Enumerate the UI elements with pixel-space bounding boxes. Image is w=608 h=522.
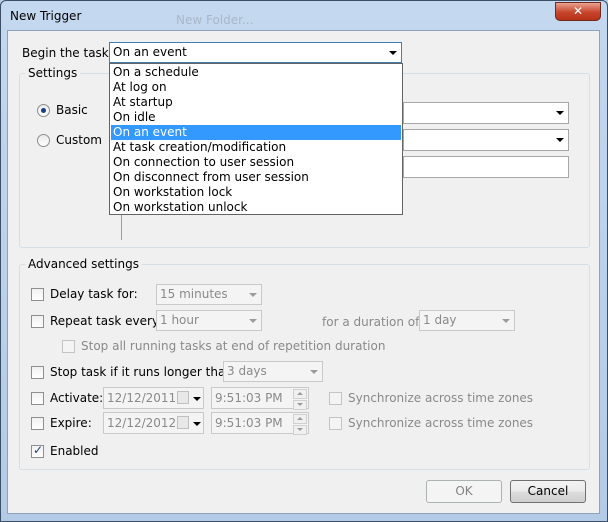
dropdown-option[interactable]: On a schedule [111,65,401,80]
dropdown-option[interactable]: On idle [111,110,401,125]
custom-radio-label: Custom [56,133,102,147]
dropdown-option[interactable]: On connection to user session [111,155,401,170]
delay-task-value: 15 minutes [160,287,228,301]
expire-sync-checkbox[interactable] [329,417,342,430]
expire-sync-label: Synchronize across time zones [348,416,534,430]
calendar-icon[interactable] [177,416,189,429]
dialog-title: New Trigger [10,9,82,23]
expire-date-value: 12/12/2012 [107,416,177,430]
radio-selected-dot [41,108,46,113]
close-icon: ✕ [572,4,584,18]
basic-radio-label: Basic [56,103,88,117]
duration-value: 1 day [423,313,457,327]
close-button[interactable]: ✕ [555,2,601,21]
chevron-down-icon[interactable] [385,44,400,60]
chevron-down-icon[interactable] [245,312,260,328]
stop-if-value: 3 days [227,364,267,378]
enabled-checkbox[interactable]: ✓ [31,443,44,458]
log-select[interactable] [403,102,569,124]
begin-task-dropdown-list: On a schedule At log on At startup On idle O… [109,63,403,215]
source-select[interactable] [403,129,569,151]
repeat-task-select[interactable]: 1 hour [156,310,262,331]
advanced-settings-label: Advanced settings [25,257,142,271]
chevron-down-icon[interactable] [552,131,567,147]
settings-group-label: Settings [25,66,81,80]
spin-arrows-icon[interactable] [293,414,307,435]
activate-sync-label: Synchronize across time zones [348,391,534,405]
expire-checkbox[interactable] [31,417,44,430]
event-id-input[interactable] [403,156,569,178]
chevron-down-icon[interactable] [498,312,513,328]
stop-if-checkbox[interactable] [31,366,44,379]
duration-select[interactable]: 1 day [419,310,515,331]
stop-if-select[interactable]: 3 days [223,361,323,382]
cancel-button[interactable]: Cancel [510,480,586,503]
ok-button[interactable]: OK [426,480,502,503]
activate-checkbox[interactable] [31,392,44,405]
dropdown-option[interactable]: On an event [111,125,401,140]
basic-radio[interactable] [37,104,50,117]
dropdown-option[interactable]: On workstation unlock [111,200,401,215]
activate-time-picker[interactable]: 9:51:03 PM [211,387,309,410]
dropdown-option[interactable]: On disconnect from user session [111,170,401,185]
activate-date-value: 12/12/2011 [107,391,177,405]
chevron-down-icon[interactable] [245,286,260,302]
chevron-down-icon[interactable] [552,104,567,120]
dropdown-option[interactable]: On workstation lock [111,185,401,200]
stop-if-label: Stop task if it runs longer than: [50,365,237,379]
spin-arrows-icon[interactable] [293,389,307,410]
chevron-down-icon[interactable] [189,415,202,431]
chevron-down-icon[interactable] [306,363,321,379]
activate-sync-checkbox[interactable] [329,392,342,405]
begin-task-value: On an event [113,45,187,59]
begin-task-select[interactable]: On an event [109,42,402,63]
dropdown-option[interactable]: At task creation/modification [111,140,401,155]
dropdown-option[interactable]: At log on [111,80,401,95]
delay-task-checkbox[interactable] [31,288,44,301]
repeat-task-label: Repeat task every: [50,314,163,328]
stop-all-checkbox[interactable] [62,340,75,353]
repeat-task-value: 1 hour [160,313,199,327]
repeat-task-checkbox[interactable] [31,315,44,328]
expire-time-value: 9:51:03 PM [215,416,283,430]
activate-time-value: 9:51:03 PM [215,391,283,405]
activate-label: Activate: [50,391,104,405]
expire-time-picker[interactable]: 9:51:03 PM [211,412,309,435]
custom-radio[interactable] [37,134,50,147]
enabled-label: Enabled [50,444,99,458]
checkmark-icon: ✓ [33,443,44,457]
calendar-icon[interactable] [177,391,189,404]
stop-all-label: Stop all running tasks at end of repetit… [81,339,386,353]
dropdown-option[interactable]: At startup [111,95,401,110]
activate-date-picker[interactable]: 12/12/2011 [103,387,204,409]
delay-task-label: Delay task for: [50,287,138,301]
begin-task-label: Begin the task: [22,46,113,60]
delay-task-select[interactable]: 15 minutes [156,284,262,305]
background-window-text: New Folder... [176,13,254,27]
expire-date-picker[interactable]: 12/12/2012 [103,412,204,434]
settings-divider [121,212,122,240]
chevron-down-icon[interactable] [189,390,202,406]
duration-label: for a duration of: [322,315,423,329]
expire-label: Expire: [50,416,92,430]
